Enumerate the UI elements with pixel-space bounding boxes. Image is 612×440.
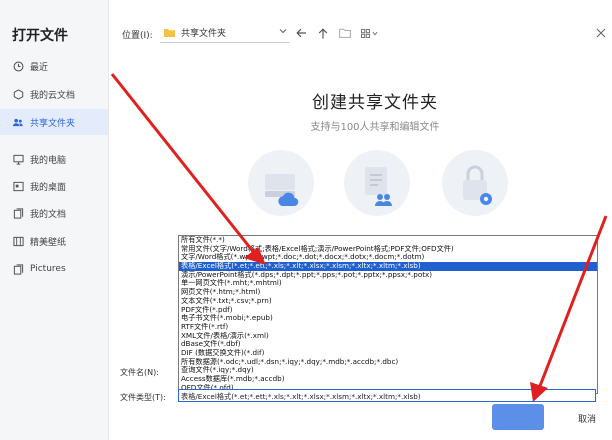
location-value: 共享文件夹 (181, 29, 227, 39)
file-name-label: 文件名(N): (120, 368, 159, 377)
grid-view-icon (360, 28, 370, 38)
file-type-option-selected[interactable]: 表格/Excel格式(*.et;*.ett;*.xls;*.xlt;*.xlsx… (179, 262, 597, 271)
sidebar-item-label: 我的文档 (30, 209, 67, 220)
page-title: 创建共享文件夹 (312, 93, 438, 113)
file-type-option[interactable]: 所有文件(*.*) (179, 236, 597, 245)
file-type-option[interactable]: PDF文件(*.pdf) (179, 306, 597, 315)
location-label: 位置(I): (122, 31, 153, 41)
shared-folder-icon (12, 116, 24, 128)
wallpaper-icon (12, 235, 24, 247)
sidebar-item-shared-folder[interactable]: 共享文件夹 (0, 109, 108, 135)
location-bar: 位置(I): 共享文件夹 (108, 18, 612, 48)
sidebar-item-label: Pictures (30, 264, 66, 274)
sidebar-item-cloud-docs[interactable]: 我的云文档 (0, 81, 108, 107)
computer-icon (12, 153, 24, 165)
file-type-option[interactable]: DIF (数据交换文件)(*.dif) (179, 349, 597, 358)
arrow-up-icon (318, 27, 328, 38)
sidebar: 打开文件 最近 我的云文档 共享文件夹 我的电脑 我的桌面 我的文档 精美壁纸 … (0, 0, 109, 440)
file-type-option[interactable]: 单一网页文件(*.mht;*.mhtml) (179, 279, 597, 288)
sidebar-item-wallpapers[interactable]: 精美壁纸 (0, 228, 108, 254)
view-mode-button[interactable] (358, 26, 380, 40)
up-button[interactable] (316, 26, 330, 40)
close-icon[interactable] (596, 28, 606, 38)
sidebar-item-label: 我的云文档 (30, 90, 76, 101)
cloud-storage-illustration (248, 150, 314, 216)
sidebar-item-my-documents[interactable]: 我的文档 (0, 200, 108, 226)
sidebar-item-label: 我的电脑 (30, 155, 67, 166)
folder-icon (164, 29, 175, 37)
sidebar-item-label: 最近 (30, 62, 49, 73)
cloud-storage-icon (265, 174, 299, 207)
page-subtitle: 支持与100人共享和编辑文件 (310, 122, 440, 133)
desktop-icon (12, 180, 24, 192)
arrow-left-icon (295, 28, 306, 38)
collaborate-document-icon (365, 167, 392, 206)
file-type-option[interactable]: 网页文件(*.htm;*.html) (179, 288, 597, 297)
security-illustration (442, 150, 508, 216)
file-type-option[interactable]: RTF文件(*.rtf) (179, 323, 597, 332)
sidebar-item-my-computer[interactable]: 我的电脑 (0, 146, 108, 172)
file-type-option[interactable]: 文本文件(*.txt;*.csv;*.prn) (179, 297, 597, 306)
cancel-button[interactable]: 取消 (578, 412, 596, 425)
file-type-option[interactable]: Access数据库(*.mdb;*.accdb) (179, 375, 597, 384)
file-type-option[interactable]: 查询文件(*.iqy;*.dqy) (179, 366, 597, 375)
lock-settings-icon (463, 165, 492, 205)
file-type-select[interactable]: 表格/Excel格式(*.et;*.ett;*.xls;*.xlt;*.xlsx… (178, 389, 596, 402)
file-type-option[interactable]: 所有数据源(*.odc;*.udl;*.dsn;*.iqy;*.dqy;*.md… (179, 358, 597, 367)
file-type-label: 文件类型(T): (120, 393, 166, 402)
file-type-dropdown-list[interactable]: 所有文件(*.*) 常用文件(文字/Word格式;表格/Excel格式;演示/P… (178, 235, 598, 394)
sidebar-item-label: 我的桌面 (30, 182, 67, 193)
new-folder-button[interactable] (338, 26, 352, 40)
dialog-title: 打开文件 (12, 28, 68, 44)
file-type-option[interactable]: 常用文件(文字/Word格式;表格/Excel格式;演示/PowerPoint格… (179, 245, 597, 254)
sidebar-item-recent[interactable]: 最近 (0, 53, 108, 79)
sidebar-item-label: 精美壁纸 (30, 237, 67, 248)
sidebar-item-my-desktop[interactable]: 我的桌面 (0, 173, 108, 199)
cloud-doc-icon (12, 88, 24, 100)
documents-icon (12, 207, 24, 219)
back-button[interactable] (294, 26, 308, 40)
pictures-icon (12, 263, 24, 275)
location-combo[interactable]: 共享文件夹 (160, 23, 290, 43)
sidebar-item-pictures[interactable]: Pictures (0, 256, 108, 282)
file-type-option[interactable]: dBase文件(*.dbf) (179, 340, 597, 349)
clock-icon (12, 60, 24, 72)
chevron-down-icon (279, 29, 287, 34)
file-type-option[interactable]: 文字/Word格式(*.wps;*.wpt;*.doc;*.dot;*.docx… (179, 253, 597, 262)
collaboration-illustration (344, 150, 410, 216)
open-button[interactable] (492, 404, 544, 430)
chevron-down-icon (371, 31, 378, 35)
file-type-option[interactable]: 电子书文件(*.mobi;*.epub) (179, 314, 597, 323)
file-type-option[interactable]: 演示/PowerPoint格式(*.dps;*.dpt;*.ppt;*.pps;… (179, 271, 597, 280)
file-type-option[interactable]: XML文件/表格/演示(*.xml) (179, 332, 597, 341)
new-folder-icon (339, 28, 351, 38)
sidebar-item-label: 共享文件夹 (30, 118, 76, 129)
